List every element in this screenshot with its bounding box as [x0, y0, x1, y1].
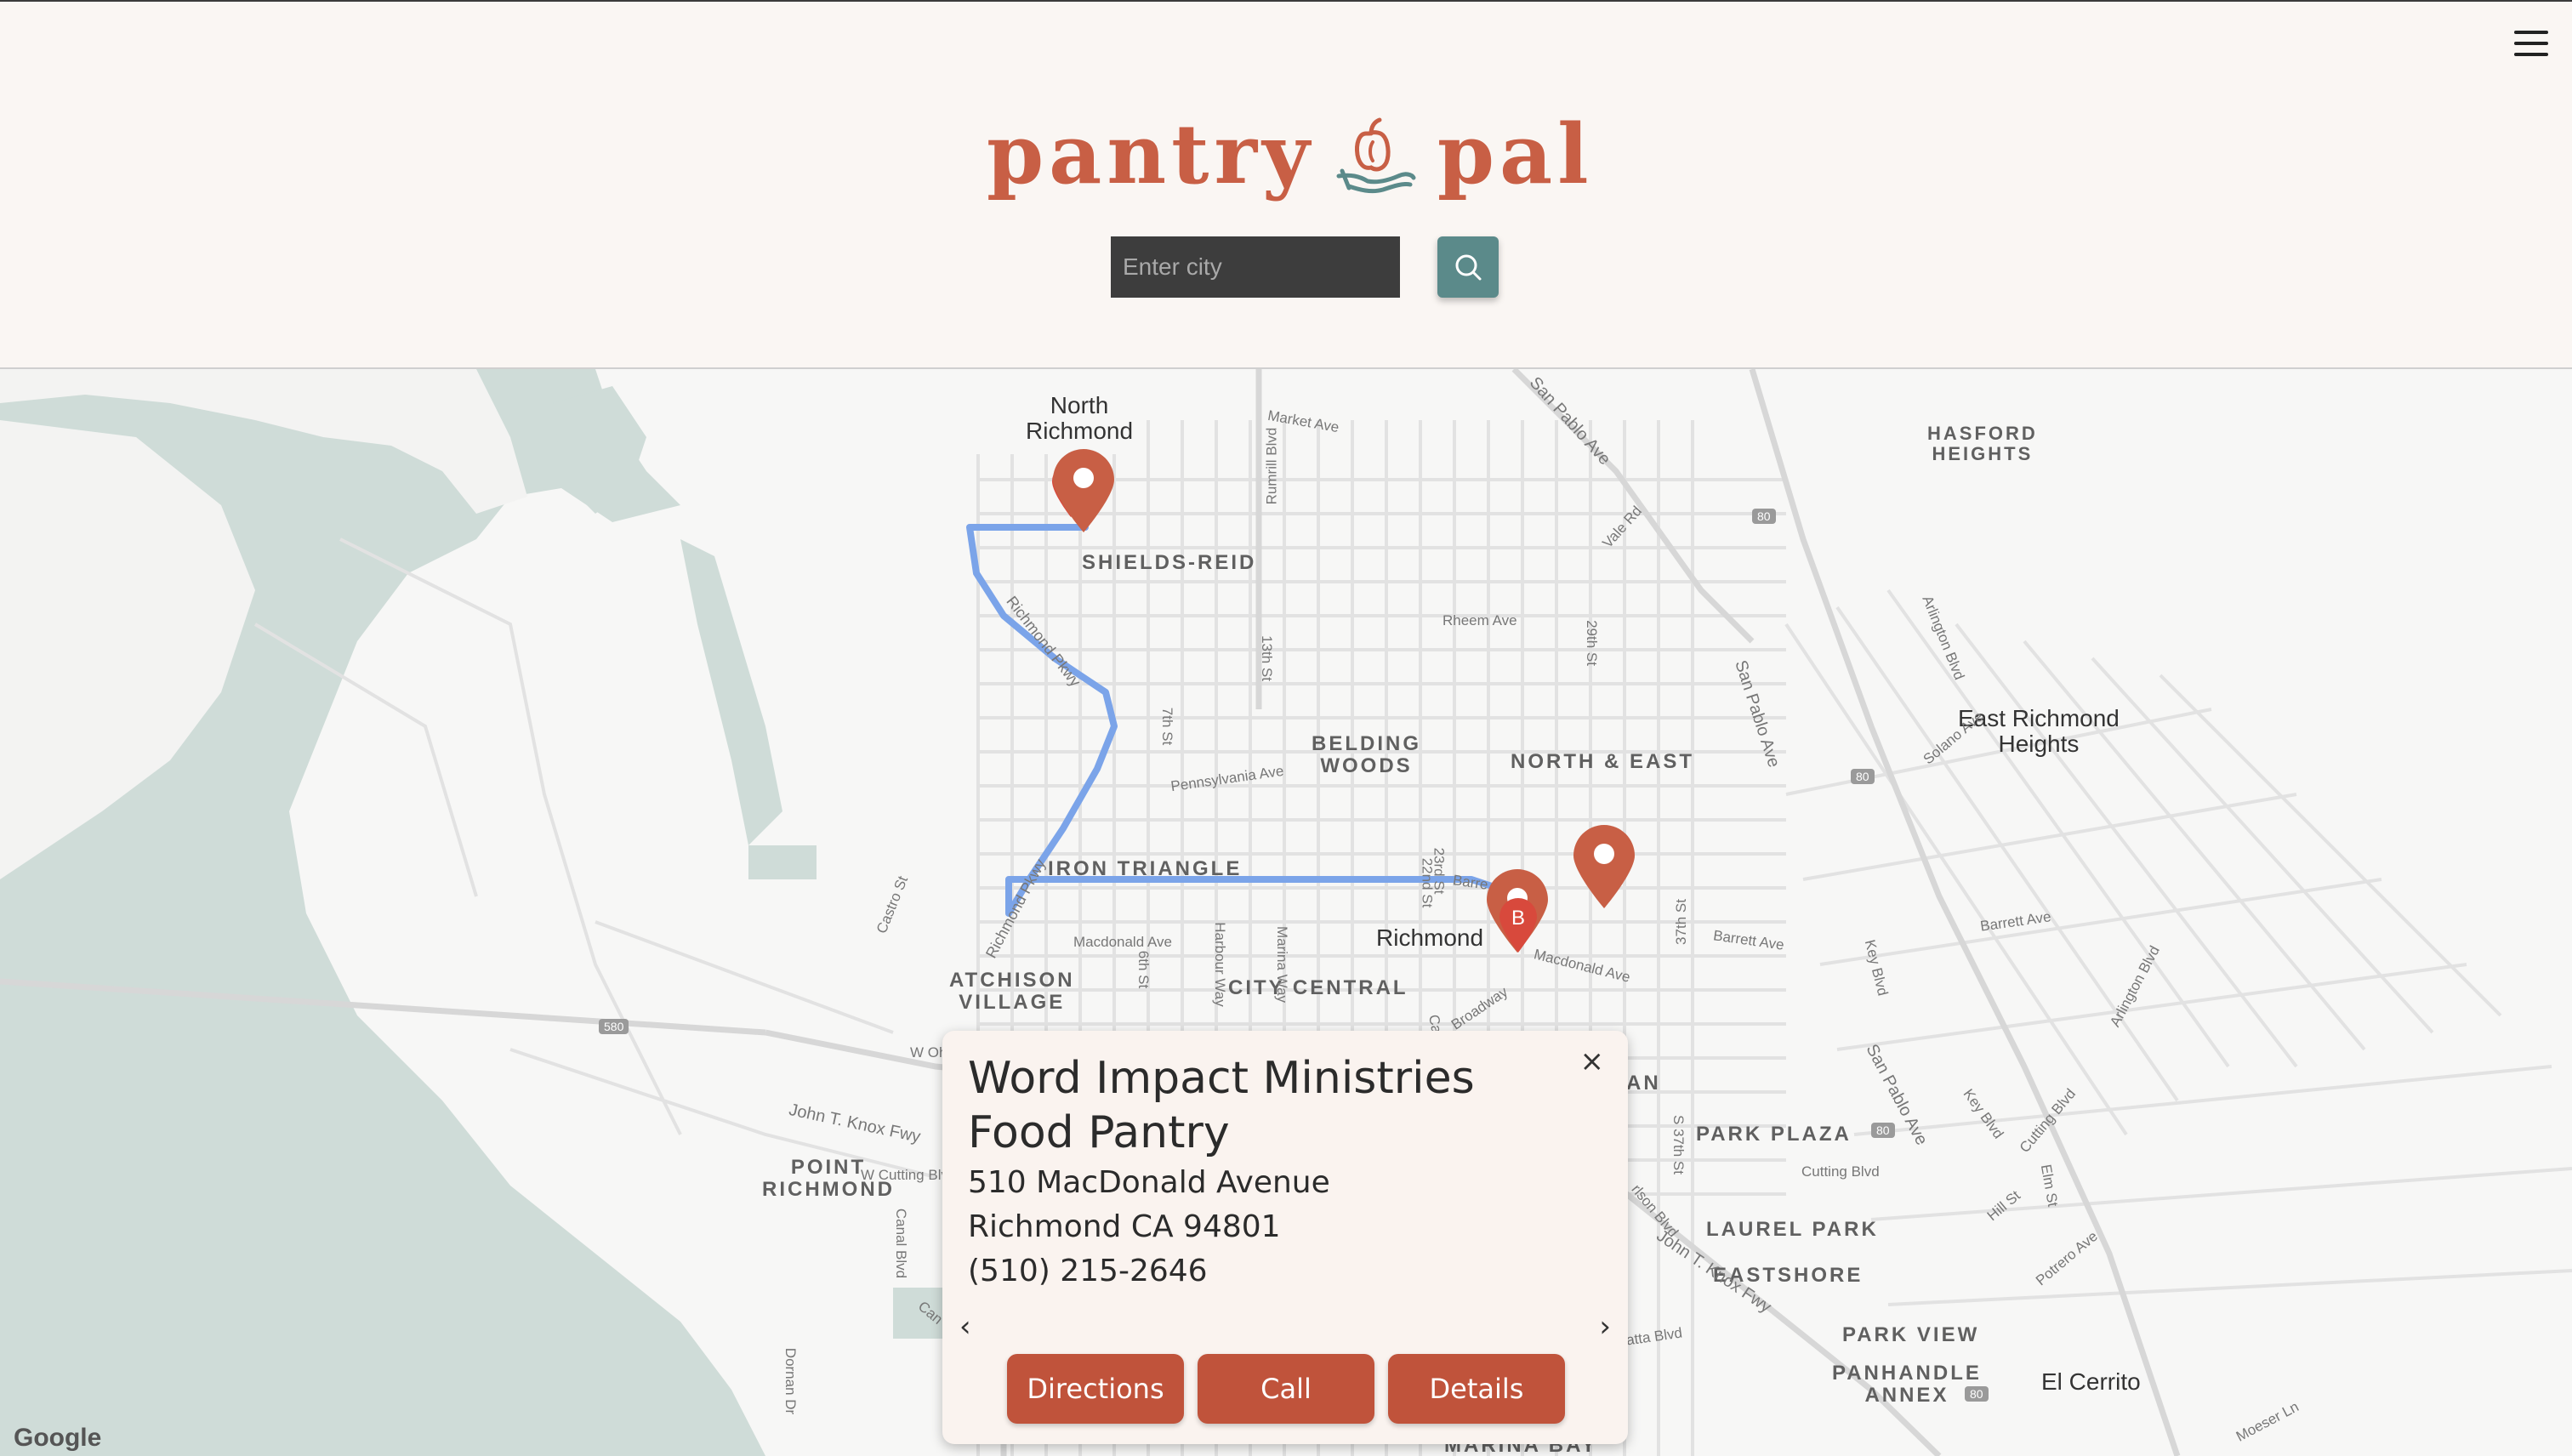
label-north-richmond: North Richmond	[1026, 392, 1134, 444]
label-city-central: CITY CENTRAL	[1228, 976, 1408, 999]
street-macdonald-ave: Macdonald Ave	[1073, 934, 1172, 950]
label-el-cerrito: El Cerrito	[2041, 1368, 2141, 1395]
label-belding-woods: BELDING WOODS	[1312, 732, 1421, 777]
street-s-37th-st: S 37th St	[1670, 1115, 1687, 1174]
street-29th-st: 29th St	[1583, 620, 1600, 666]
street-37th-st: 37th St	[1672, 899, 1689, 945]
street-canal-blvd: Canal Blvd	[893, 1208, 910, 1279]
canal-water	[680, 539, 782, 845]
city-search-input[interactable]	[1111, 236, 1400, 298]
street-7th-st: 7th St	[1159, 707, 1176, 746]
pantry-phone: (510) 215-2646	[968, 1254, 1208, 1288]
label-shields-reid: SHIELDS-REID	[1082, 551, 1257, 574]
highway-80-shield-north: 80	[1752, 509, 1776, 524]
highway-580-shield: 580	[599, 1019, 629, 1034]
previous-arrow-icon[interactable]: ‹	[959, 1310, 971, 1344]
street-cutting-blvd: Cutting Blvd	[1801, 1163, 1880, 1180]
street-13th-st: 13th St	[1258, 635, 1275, 681]
logo-text-left: pantry	[987, 106, 1315, 202]
location-pin-icon	[1573, 825, 1635, 908]
pantry-address-line1: 510 MacDonald Avenue	[968, 1165, 1330, 1200]
highway-80-shield-far-south: 80	[1965, 1386, 1989, 1402]
label-panhandle-annex: PANHANDLE ANNEX	[1832, 1362, 1982, 1407]
street-dornan-dr: Dornan Dr	[782, 1347, 799, 1415]
pantry-info-popup: × Word Impact Ministries Food Pantry 510…	[942, 1031, 1628, 1444]
details-button[interactable]: Details	[1388, 1354, 1565, 1424]
menu-button[interactable]	[2514, 31, 2548, 61]
label-east-richmond-heights: East Richmond Heights	[1958, 705, 2120, 757]
label-iron-triangle: IRON TRIANGLE	[1048, 857, 1243, 880]
marker-b-label: B	[1511, 907, 1525, 930]
street-marina-way: Marina Way	[1274, 925, 1291, 1004]
next-arrow-icon[interactable]: ›	[1599, 1310, 1611, 1344]
logo-text-right: pal	[1437, 106, 1594, 202]
street-6th-st: 6th St	[1135, 950, 1152, 989]
pantry-name: Word Impact Ministries Food Pantry	[968, 1053, 1475, 1158]
google-logo[interactable]: Google	[14, 1424, 101, 1453]
location-pin-icon	[1053, 449, 1114, 532]
site-header: pantry pal	[0, 2, 2572, 369]
hamburger-icon	[2514, 31, 2548, 34]
label-laurel-park: LAUREL PARK	[1706, 1218, 1879, 1241]
pantry-address-line2: Richmond CA 94801	[968, 1209, 1281, 1244]
street-rheem-ave: Rheem Ave	[1442, 612, 1517, 628]
search-button[interactable]	[1437, 236, 1499, 298]
label-atchison-village: ATCHISON VILLAGE	[949, 969, 1075, 1014]
highway-80-shield-mid: 80	[1851, 769, 1875, 784]
search-icon	[1455, 254, 1482, 281]
pepper-hand-icon	[1336, 117, 1416, 194]
street-w-ohio: W Oh	[910, 1044, 947, 1061]
highway-80-shield-south: 80	[1871, 1123, 1895, 1138]
label-north-east: NORTH & EAST	[1511, 750, 1694, 773]
call-button[interactable]: Call	[1198, 1354, 1374, 1424]
logo[interactable]: pantry pal	[987, 104, 1594, 206]
label-park-view: PARK VIEW	[1842, 1323, 1980, 1346]
label-an-partial: AN	[1626, 1072, 1661, 1095]
street-harbour-way: Harbour Way	[1211, 922, 1228, 1007]
street-22nd-st: 22nd St	[1419, 857, 1436, 908]
label-park-plaza: PARK PLAZA	[1696, 1123, 1852, 1146]
label-hasford-heights: HASFORD HEIGHTS	[1927, 423, 2038, 464]
label-richmond: Richmond	[1376, 924, 1484, 951]
street-rumrill-blvd: Rumrill Blvd	[1263, 427, 1280, 505]
directions-button[interactable]: Directions	[1007, 1354, 1184, 1424]
